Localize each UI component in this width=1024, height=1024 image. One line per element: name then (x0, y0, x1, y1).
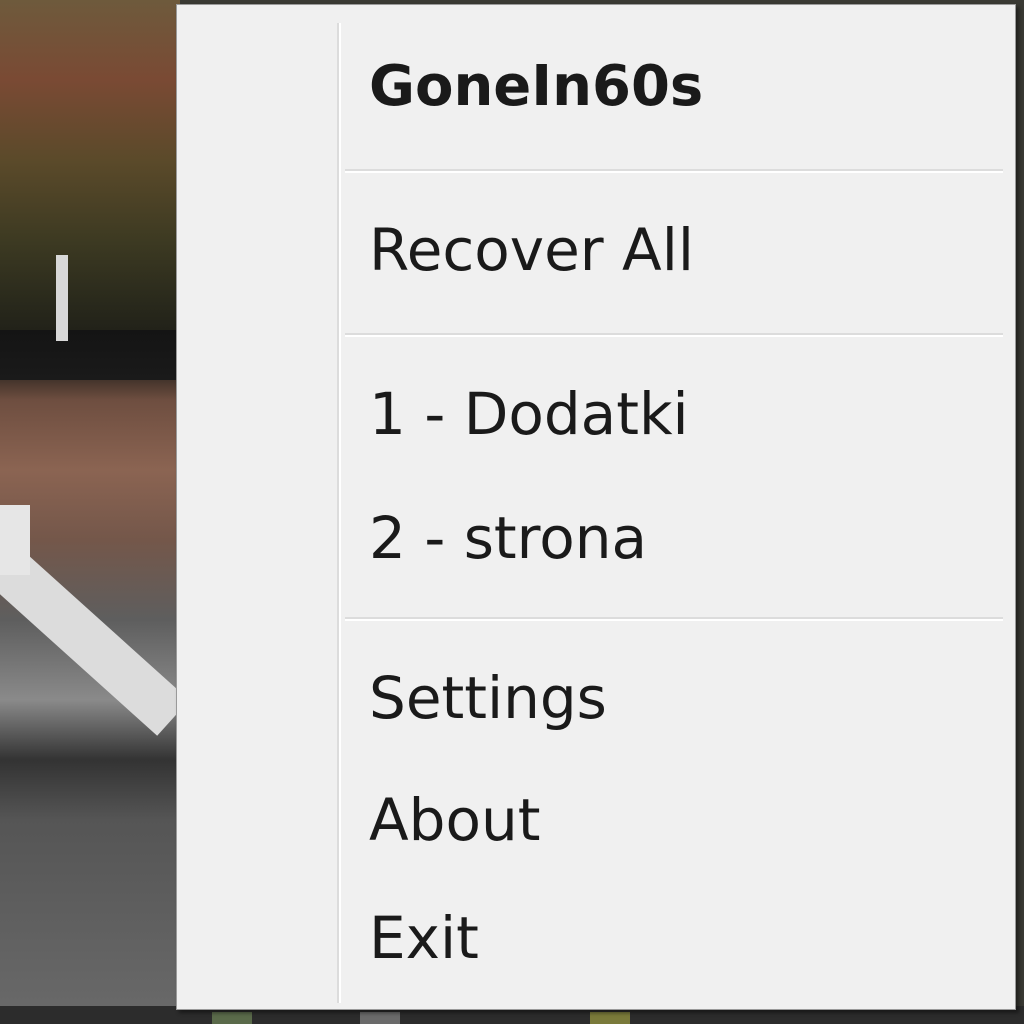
menu-item-exit[interactable]: Exit (369, 909, 989, 967)
menu-separator (345, 333, 1003, 337)
menu-item-recent-1[interactable]: 1 - Dodatki (369, 385, 989, 443)
taskbar-app-icon[interactable] (590, 1012, 630, 1024)
desktop-wallpaper (0, 0, 190, 1024)
menu-item-app-title[interactable]: GoneIn60s (369, 59, 989, 115)
menu-separator (345, 169, 1003, 173)
menu-icon-gutter-divider (337, 23, 341, 1003)
menu-item-settings[interactable]: Settings (369, 669, 989, 727)
tray-context-menu: GoneIn60s Recover All 1 - Dodatki 2 - st… (176, 4, 1016, 1010)
wallpaper-road-stripe-2 (0, 505, 30, 575)
taskbar-app-icon[interactable] (360, 1012, 400, 1024)
taskbar-app-icon[interactable] (212, 1012, 252, 1024)
menu-separator (345, 617, 1003, 621)
wallpaper-post (56, 255, 68, 341)
menu-item-recover-all[interactable]: Recover All (369, 221, 989, 279)
menu-item-recent-2[interactable]: 2 - strona (369, 509, 989, 567)
menu-item-about[interactable]: About (369, 791, 989, 849)
